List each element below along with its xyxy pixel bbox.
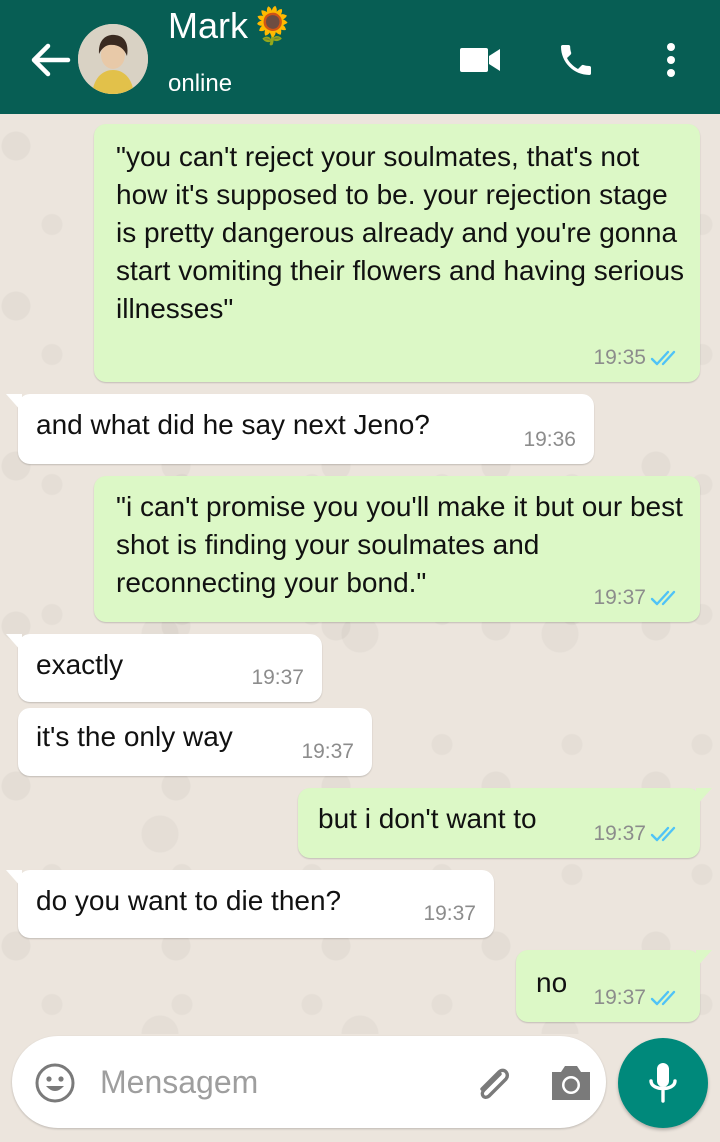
message-meta: 19:37 (251, 666, 304, 690)
more-options-button[interactable] (656, 40, 686, 80)
bubble-tail (6, 870, 22, 888)
message-meta: 19:37 (593, 986, 682, 1010)
double-check-read-icon (650, 990, 676, 1006)
chat-area[interactable]: "you can't reject your soulmates, that's… (0, 114, 720, 1034)
message-text: "i can't promise you you'll make it but … (116, 491, 683, 598)
message-meta: 19:35 (593, 346, 682, 370)
message-text: it's the only way (36, 721, 233, 752)
paperclip-icon (480, 1068, 509, 1099)
message-meta: 19:37 (301, 740, 354, 764)
message-time: 19:37 (593, 586, 646, 609)
chat-header: Mark 🌻 online (0, 0, 720, 114)
message-time: 19:37 (301, 740, 354, 763)
message-text: "you can't reject your soulmates, that's… (116, 141, 685, 324)
message-text: no (536, 967, 568, 998)
camera-icon (552, 1066, 590, 1100)
message-time: 19:35 (593, 346, 646, 369)
sunflower-emoji: 🌻 (250, 5, 295, 46)
message-time: 19:37 (251, 666, 304, 689)
message-text: but i don't want to (318, 803, 537, 834)
attach-button[interactable] (470, 1060, 516, 1106)
contact-name[interactable]: Mark 🌻 (168, 6, 295, 46)
contact-avatar[interactable] (78, 24, 148, 94)
mic-icon (649, 1063, 677, 1103)
message-text: and what did he say next Jeno? (36, 409, 430, 440)
message-bubble-incoming[interactable]: and what did he say next Jeno? 19:36 (6, 394, 594, 464)
back-arrow-icon (31, 43, 71, 77)
phone-icon (561, 45, 591, 75)
message-time: 19:37 (593, 822, 646, 845)
emoji-icon (35, 1063, 75, 1103)
message-meta: 19:37 (593, 822, 682, 846)
back-button[interactable] (28, 40, 72, 80)
bubble-tail (6, 634, 22, 652)
double-check-read-icon (650, 826, 676, 842)
double-check-read-icon (650, 350, 676, 366)
message-time: 19:37 (423, 902, 476, 925)
video-call-button[interactable] (460, 40, 502, 80)
bubble-tail (696, 788, 712, 806)
message-time: 19:37 (593, 986, 646, 1009)
contact-status: online (168, 70, 233, 97)
message-bubble-outgoing[interactable]: "you can't reject your soulmates, that's… (94, 124, 700, 382)
voice-call-button[interactable] (556, 40, 596, 80)
video-camera-icon (460, 48, 500, 72)
voice-record-button[interactable] (618, 1038, 708, 1128)
camera-button[interactable] (548, 1062, 594, 1104)
message-bubble-incoming[interactable]: it's the only way 19:37 (18, 708, 372, 776)
emoji-button[interactable] (34, 1062, 76, 1104)
message-text: do you want to die then? (36, 885, 342, 916)
more-vert-icon (667, 43, 675, 77)
message-bubble-outgoing[interactable]: no 19:37 (516, 950, 712, 1022)
message-meta: 19:37 (423, 902, 476, 926)
message-meta: 19:36 (523, 428, 576, 452)
message-bubble-outgoing[interactable]: "i can't promise you you'll make it but … (94, 476, 700, 622)
bubble-tail (6, 394, 22, 412)
double-check-read-icon (650, 590, 676, 606)
message-meta: 19:37 (593, 586, 682, 610)
message-input[interactable] (100, 1058, 430, 1106)
message-bubble-incoming[interactable]: do you want to die then? 19:37 (6, 870, 494, 938)
message-bubble-incoming[interactable]: exactly 19:37 (6, 634, 322, 702)
message-composer (12, 1036, 606, 1128)
message-bubble-outgoing[interactable]: but i don't want to 19:37 (298, 788, 712, 858)
bubble-tail (696, 950, 712, 968)
message-time: 19:36 (523, 428, 576, 451)
contact-name-text: Mark (168, 5, 248, 46)
avatar-photo (78, 24, 148, 94)
message-text: exactly (36, 649, 124, 680)
